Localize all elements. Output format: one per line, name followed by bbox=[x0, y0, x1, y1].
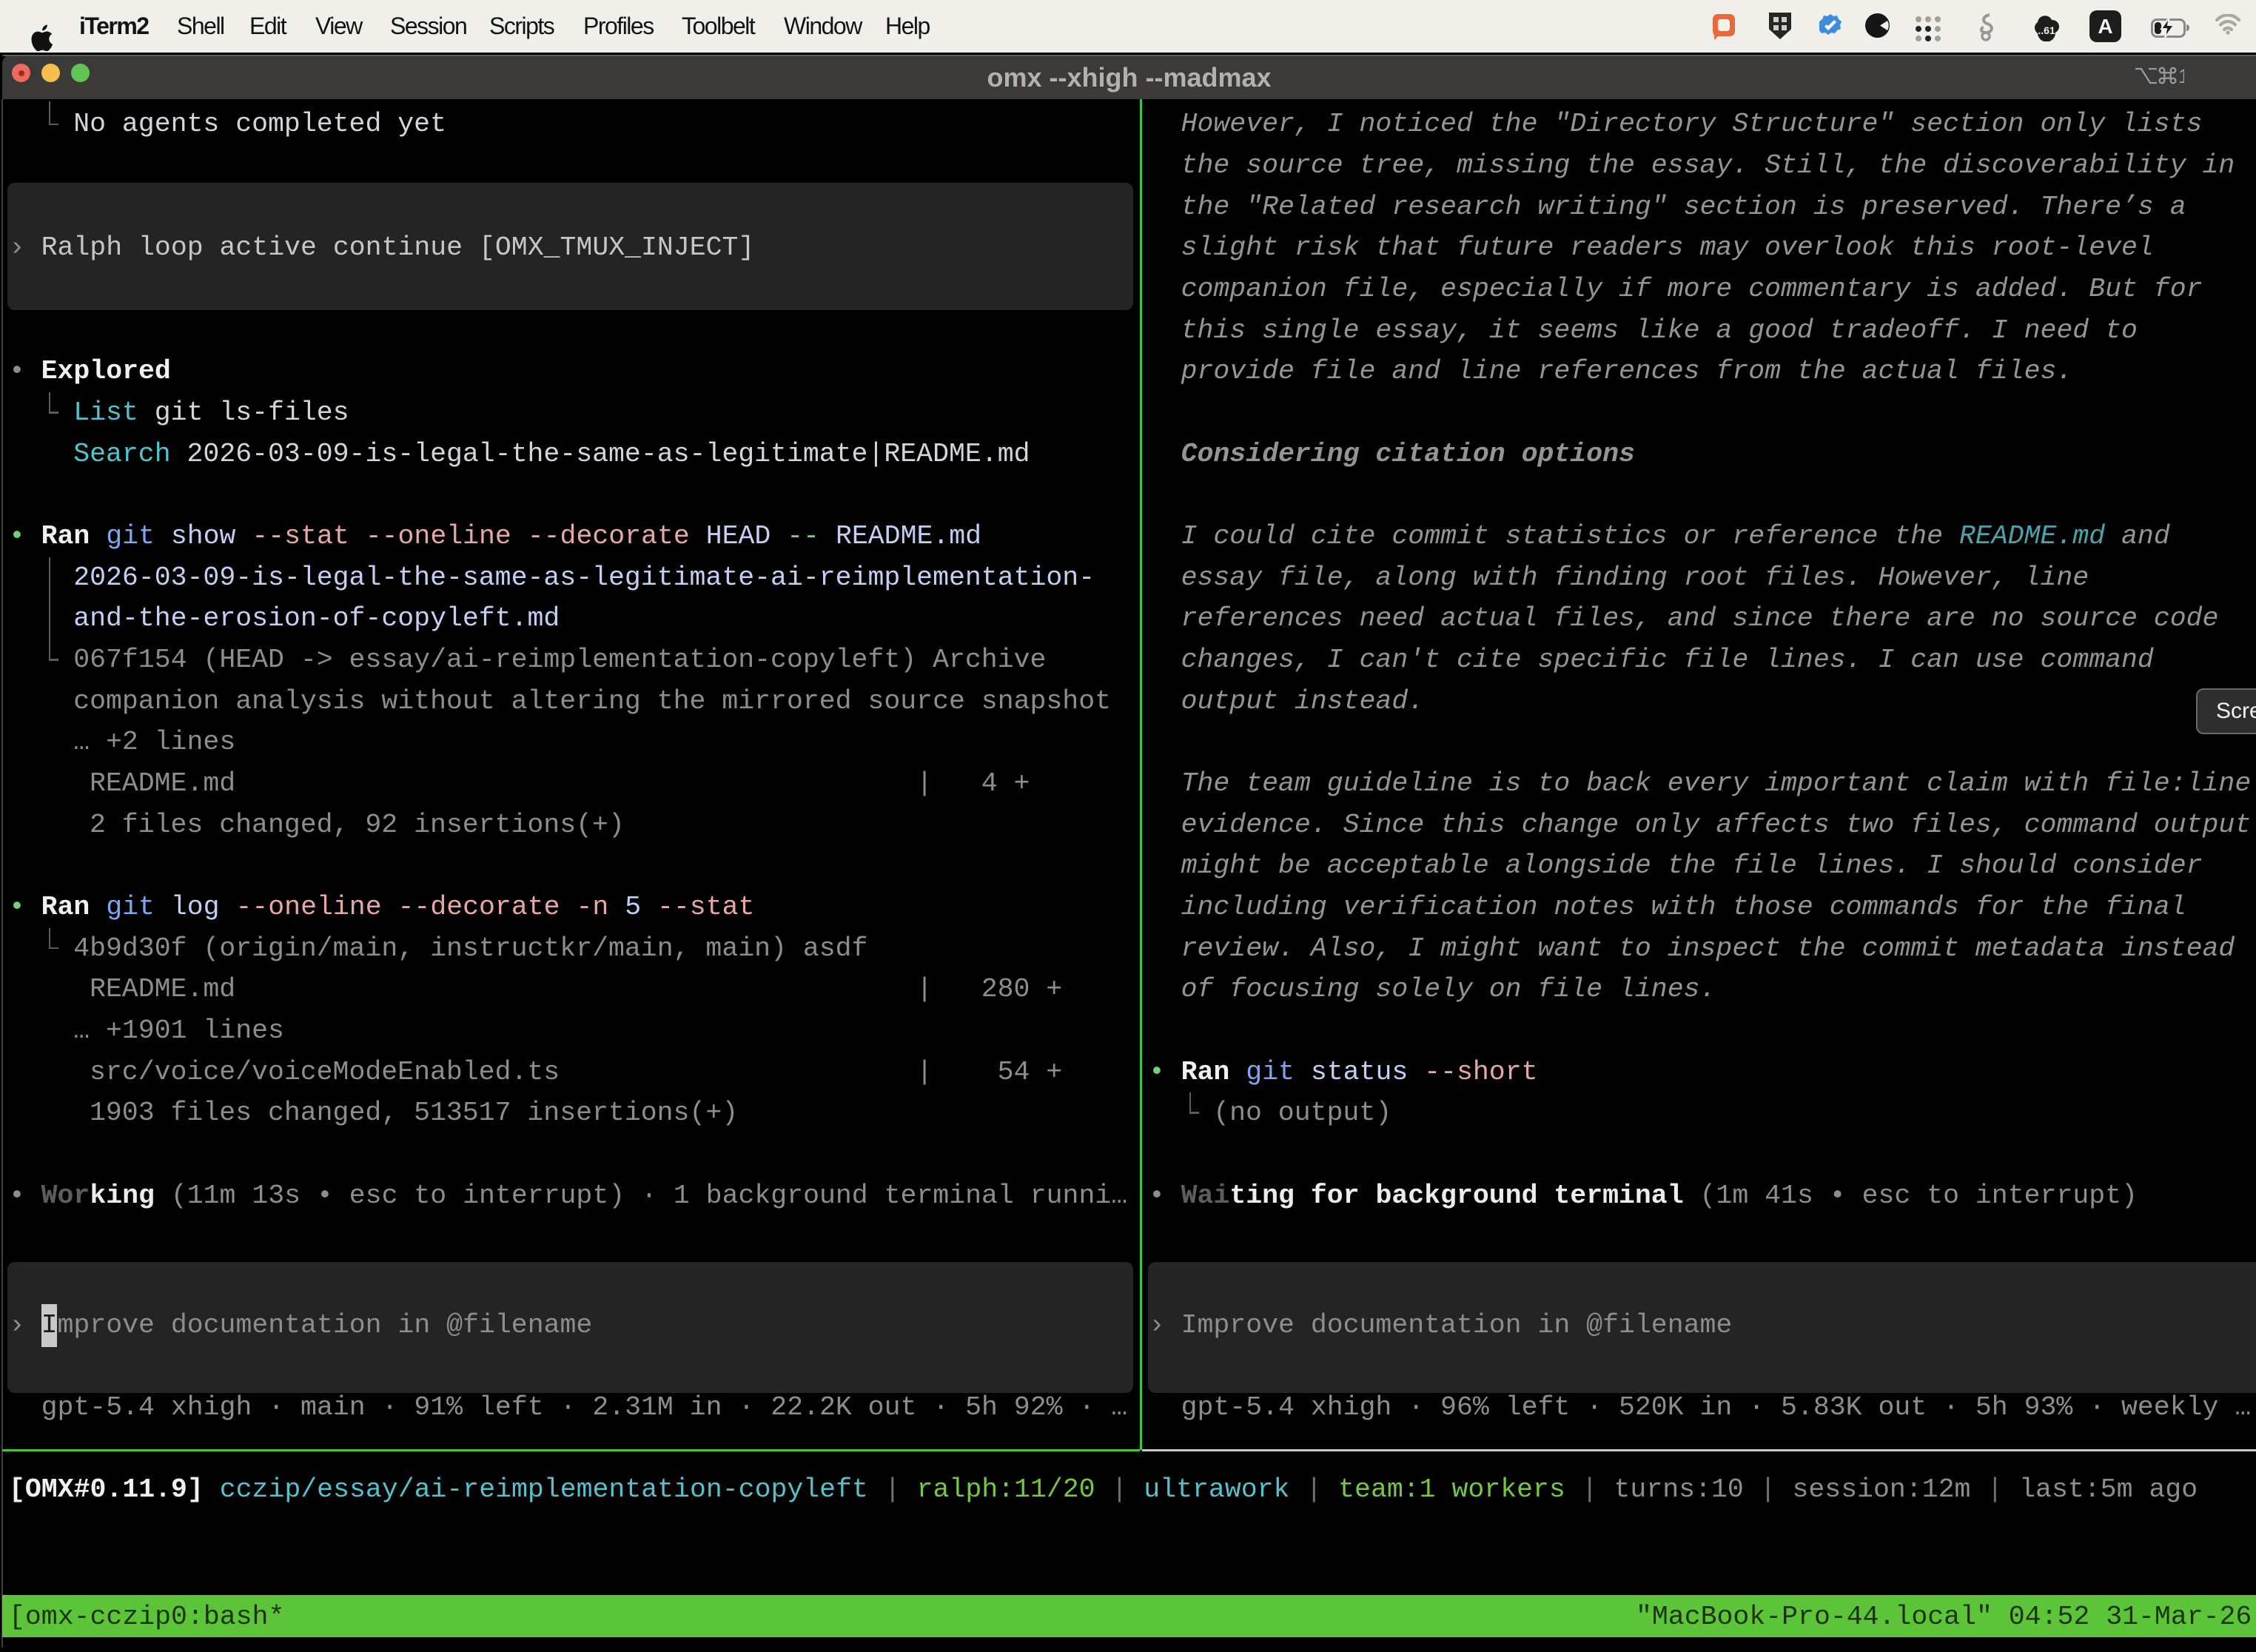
svg-text:..61: ..61 bbox=[2038, 24, 2055, 36]
svg-text:1: 1 bbox=[2178, 65, 2184, 87]
